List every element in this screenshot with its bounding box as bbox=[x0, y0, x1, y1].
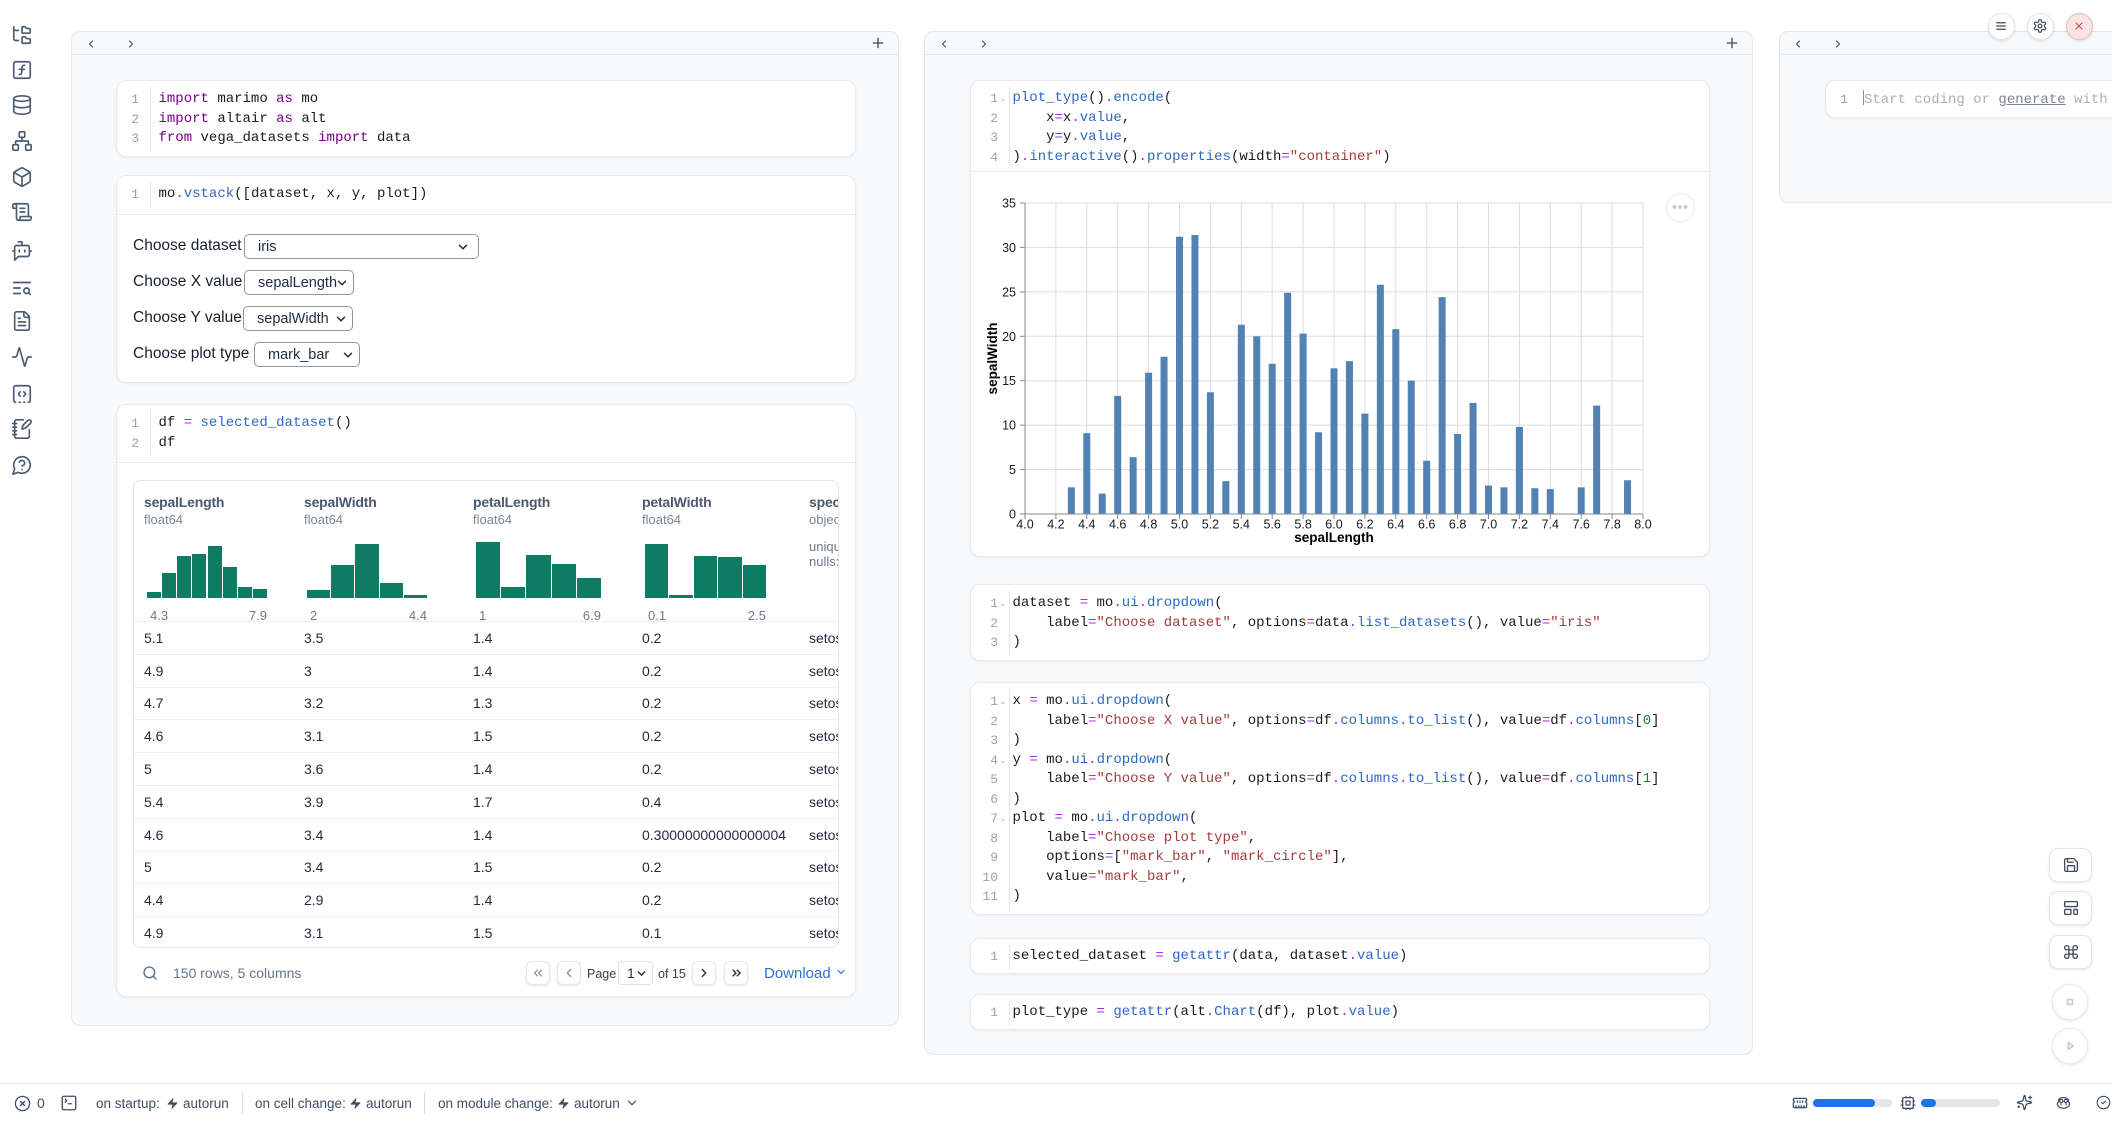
svg-text:5.0: 5.0 bbox=[1171, 518, 1188, 532]
svg-text:4.4: 4.4 bbox=[1078, 518, 1095, 532]
svg-text:7.8: 7.8 bbox=[1603, 518, 1620, 532]
svg-text:5.6: 5.6 bbox=[1264, 518, 1281, 532]
svg-text:7.4: 7.4 bbox=[1542, 518, 1559, 532]
svg-text:4.6: 4.6 bbox=[1109, 518, 1126, 532]
svg-text:30: 30 bbox=[1002, 241, 1016, 255]
svg-text:5: 5 bbox=[1009, 463, 1016, 477]
svg-text:sepalLength: sepalLength bbox=[1294, 530, 1374, 545]
svg-text:20: 20 bbox=[1002, 330, 1016, 344]
svg-text:4.0: 4.0 bbox=[1016, 518, 1033, 532]
svg-text:5.4: 5.4 bbox=[1233, 518, 1250, 532]
svg-text:10: 10 bbox=[1002, 419, 1016, 433]
svg-text:25: 25 bbox=[1002, 285, 1016, 299]
svg-text:35: 35 bbox=[1002, 197, 1016, 211]
svg-text:6.4: 6.4 bbox=[1387, 518, 1404, 532]
svg-text:8.0: 8.0 bbox=[1634, 518, 1651, 532]
svg-text:4.8: 4.8 bbox=[1140, 518, 1157, 532]
svg-text:4.2: 4.2 bbox=[1047, 518, 1064, 532]
svg-text:7.6: 7.6 bbox=[1573, 518, 1590, 532]
svg-text:0: 0 bbox=[1009, 508, 1016, 522]
svg-text:6.8: 6.8 bbox=[1449, 518, 1466, 532]
svg-text:5.2: 5.2 bbox=[1202, 518, 1219, 532]
svg-text:7.2: 7.2 bbox=[1511, 518, 1528, 532]
svg-text:7.0: 7.0 bbox=[1480, 518, 1497, 532]
svg-text:6.6: 6.6 bbox=[1418, 518, 1435, 532]
svg-text:15: 15 bbox=[1002, 374, 1016, 388]
svg-text:sepalWidth: sepalWidth bbox=[985, 323, 1000, 395]
